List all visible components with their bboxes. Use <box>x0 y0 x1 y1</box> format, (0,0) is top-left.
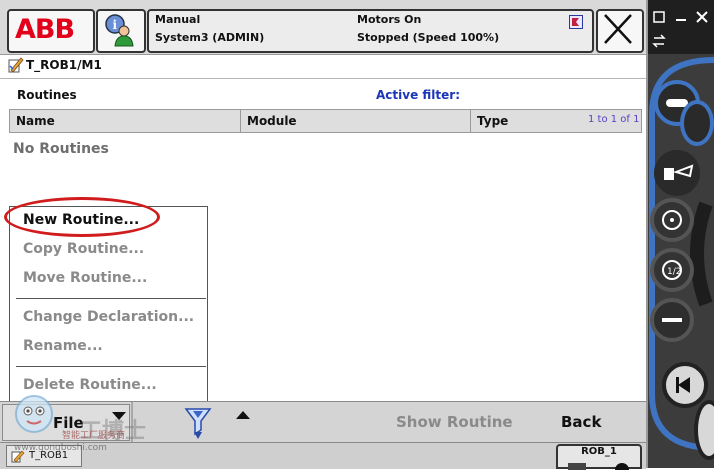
svg-text:1/2: 1/2 <box>667 267 681 277</box>
swap-icon[interactable] <box>652 34 666 51</box>
hw-menu-button[interactable] <box>650 298 694 342</box>
back-button[interactable]: Back <box>561 413 601 431</box>
motors-state: Motors On <box>357 13 422 26</box>
hw-rotate-button[interactable] <box>650 198 694 242</box>
minimize-icon[interactable] <box>674 10 688 27</box>
routines-table-header: Name Module Type <box>9 109 642 133</box>
hw-toggle-button[interactable]: 1/2 <box>650 248 694 292</box>
divider <box>0 78 646 79</box>
watermark-subtitle: 智能工厂服务商 <box>62 431 126 441</box>
operating-mode: Manual <box>155 13 201 26</box>
warning-flag-icon[interactable] <box>569 14 583 33</box>
svg-text:i: i <box>113 18 118 32</box>
menu-item-change-declaration[interactable]: Change Declaration... <box>23 309 194 325</box>
empty-list-message: No Routines <box>13 141 109 157</box>
menu-item-rename[interactable]: Rename... <box>23 338 103 354</box>
controller-state: Stopped (Speed 100%) <box>357 31 500 44</box>
info-user-icon[interactable]: i <box>96 9 146 53</box>
robot-label: ROB_1 <box>581 446 617 457</box>
menu-item-copy-routine[interactable]: Copy Routine... <box>23 241 144 257</box>
top-bar: ABB i Manual System3 (ADMIN) Motors On S… <box>0 0 646 55</box>
path-label: T_ROB1/M1 <box>26 58 102 72</box>
window-title-strip <box>648 0 714 54</box>
menu-divider <box>16 298 206 299</box>
close-icon <box>604 14 632 44</box>
close-window-icon[interactable] <box>695 10 709 27</box>
column-header-name[interactable]: Name <box>10 110 241 132</box>
menu-item-delete-routine[interactable]: Delete Routine... <box>23 377 157 393</box>
abb-logo: ABB <box>15 14 75 45</box>
chevron-up-icon[interactable] <box>235 405 251 424</box>
menu-item-move-routine[interactable]: Move Routine... <box>23 270 147 286</box>
hw-button-2[interactable] <box>680 100 714 146</box>
flexpendant-screen: ABB i Manual System3 (ADMIN) Motors On S… <box>0 0 648 473</box>
system-name: System3 (ADMIN) <box>155 31 265 44</box>
hw-button-3[interactable] <box>654 150 700 196</box>
program-path: T_ROB1/M1 <box>0 55 646 77</box>
robot-task-button[interactable]: ROB_1 <box>556 444 642 473</box>
close-button[interactable] <box>596 9 644 53</box>
active-filter-link[interactable]: Active filter: <box>376 88 460 102</box>
pager-label: 1 to 1 of 1 <box>588 114 640 125</box>
show-routine-button[interactable]: Show Routine <box>396 413 513 431</box>
hw-step-back-button[interactable] <box>662 362 708 408</box>
program-editor-icon <box>7 56 25 78</box>
routines-title: Routines <box>17 88 77 102</box>
funnel-icon[interactable] <box>184 406 212 444</box>
column-header-module[interactable]: Module <box>241 110 471 132</box>
highlight-ring <box>4 197 160 237</box>
pendant-hardware-panel: 1/2 <box>648 0 714 468</box>
watermark-mascot-icon <box>12 392 56 440</box>
status-panel[interactable]: Manual System3 (ADMIN) Motors On Stopped… <box>147 9 594 53</box>
menu-divider <box>16 366 206 367</box>
abb-menu-button[interactable]: ABB <box>7 9 95 53</box>
restore-icon[interactable] <box>652 10 666 27</box>
robot-task-icon <box>568 460 632 473</box>
watermark-url: www.gongboshi.com <box>14 443 107 453</box>
